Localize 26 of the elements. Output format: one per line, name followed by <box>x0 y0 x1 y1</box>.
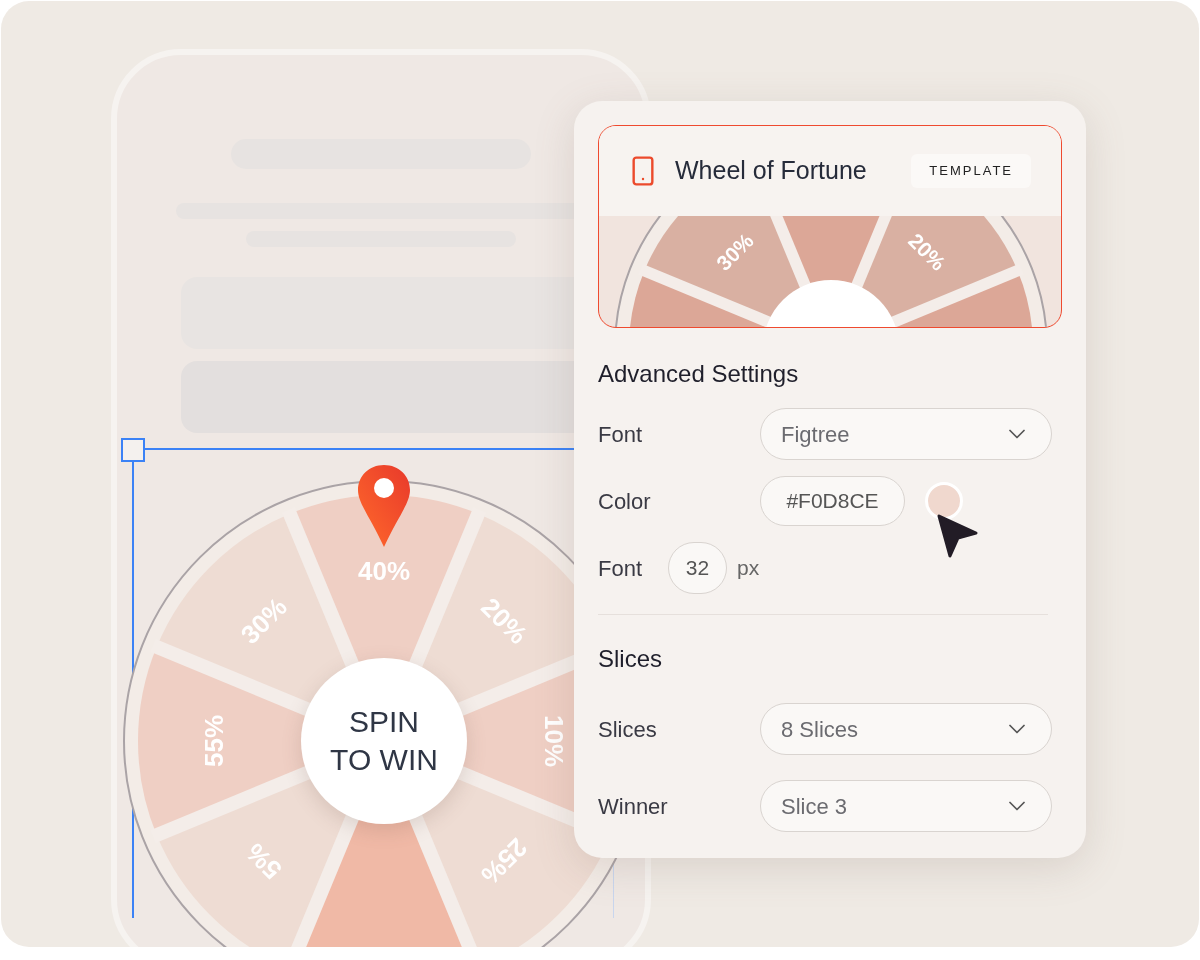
slice-label: 40% <box>358 556 410 586</box>
color-input[interactable]: #F0D8CE <box>760 476 905 526</box>
size-input[interactable]: 32 <box>668 542 727 594</box>
font-select[interactable]: Figtree <box>760 408 1052 460</box>
template-badge: TEMPLATE <box>911 154 1031 188</box>
winner-select[interactable]: Slice 3 <box>760 780 1052 832</box>
field-label: Font <box>598 420 644 449</box>
select-value: Slice 3 <box>781 792 848 821</box>
resize-handle[interactable] <box>121 438 145 462</box>
unit-label: px <box>737 555 760 582</box>
slices-select[interactable]: 8 Slices <box>760 703 1052 755</box>
select-value: Figtree <box>781 420 850 449</box>
field-label: Slices <box>598 715 658 744</box>
field-label: Font <box>598 554 644 583</box>
slice-label: 10% <box>539 715 569 767</box>
section-heading: Slices <box>598 644 664 674</box>
slice-label: 55% <box>199 715 229 767</box>
location-pin-icon <box>356 463 412 549</box>
template-title: Wheel of Fortune <box>675 155 867 187</box>
field-label: Color <box>598 487 652 516</box>
color-swatch[interactable] <box>925 482 963 520</box>
section-heading: Advanced Settings <box>598 359 800 389</box>
select-value: 8 Slices <box>781 715 859 744</box>
slice-label: 30% <box>711 228 758 275</box>
field-label: Winner <box>598 792 669 821</box>
cursor-icon <box>936 513 980 559</box>
